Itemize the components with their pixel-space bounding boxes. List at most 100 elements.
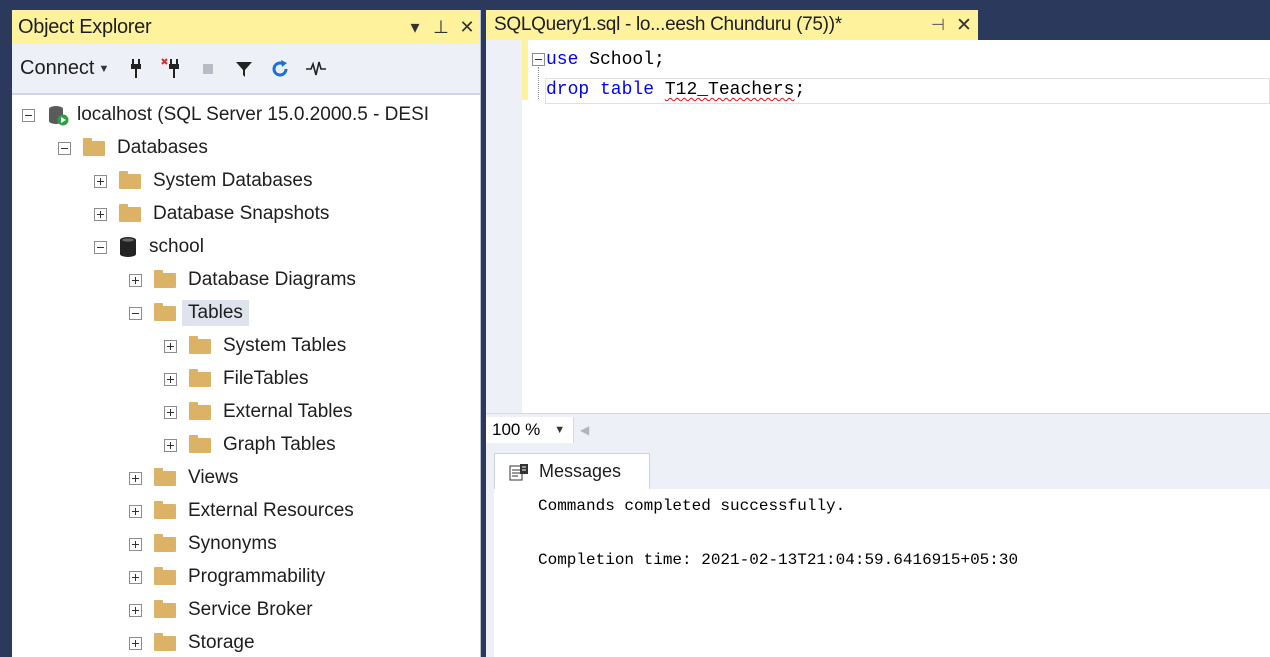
tree-node-databases[interactable]: Databases xyxy=(58,133,208,163)
expand-icon[interactable] xyxy=(129,273,142,287)
tree-node-label: Databases xyxy=(117,137,208,158)
expand-icon[interactable] xyxy=(164,438,177,452)
folder-icon xyxy=(189,368,211,387)
expand-icon[interactable] xyxy=(129,537,142,551)
zoom-value: 100 % xyxy=(492,419,541,439)
filter-icon[interactable] xyxy=(229,54,259,84)
changed-lines-marker xyxy=(522,40,528,100)
tree-node-school-database[interactable]: school xyxy=(94,232,204,262)
tree-node-graph-tables[interactable]: Graph Tables xyxy=(164,430,336,460)
tree-node-system-tables[interactable]: System Tables xyxy=(164,331,346,361)
expand-icon[interactable] xyxy=(164,405,177,419)
tree-node-external-resources[interactable]: External Resources xyxy=(129,496,354,526)
scroll-left-icon[interactable]: ◀ xyxy=(580,423,589,437)
tree-node-programmability[interactable]: Programmability xyxy=(129,562,325,592)
auto-hide-pin-icon[interactable]: ⊥ xyxy=(428,12,454,42)
tab-label: Messages xyxy=(539,461,622,481)
results-pane: Messages Commands completed successfully… xyxy=(486,445,1270,657)
expand-icon[interactable] xyxy=(94,207,107,221)
messages-output[interactable]: Commands completed successfully. Complet… xyxy=(494,489,1270,657)
close-icon[interactable]: ✕ xyxy=(454,12,480,42)
tree-node-filetables[interactable]: FileTables xyxy=(164,364,309,394)
collapse-region-icon[interactable] xyxy=(532,53,545,66)
activity-monitor-icon[interactable] xyxy=(301,54,331,84)
tab-messages[interactable]: Messages xyxy=(494,453,650,489)
tree-node-label: Service Broker xyxy=(188,599,313,620)
results-tab-strip: Messages xyxy=(486,445,1270,489)
expand-icon[interactable] xyxy=(129,636,142,650)
tree-node-database-snapshots[interactable]: Database Snapshots xyxy=(94,199,329,229)
object-explorer-panel: Object Explorer ▾ ⊥ ✕ Connect ▼ localhos… xyxy=(12,10,481,657)
chevron-down-icon: ▼ xyxy=(98,62,110,75)
tree-node-label: Database Snapshots xyxy=(153,203,330,224)
tree-node-external-tables[interactable]: External Tables xyxy=(164,397,353,427)
refresh-icon[interactable] xyxy=(265,54,295,84)
connect-label: Connect xyxy=(20,57,95,79)
collapse-icon[interactable] xyxy=(22,108,35,122)
tree-node-label: FileTables xyxy=(223,368,309,389)
folder-icon xyxy=(189,335,211,354)
code-line-2[interactable]: drop table T12_Teachers; xyxy=(546,78,805,102)
folder-icon xyxy=(154,533,176,552)
code-line-1[interactable]: use School; xyxy=(546,48,665,72)
folder-icon xyxy=(154,302,176,321)
sql-identifier-error: T12_Teachers xyxy=(664,80,795,100)
expand-icon[interactable] xyxy=(129,603,142,617)
tree-node-server[interactable]: localhost (SQL Server 15.0.2000.5 - DESI xyxy=(22,100,429,130)
tree-node-label: Views xyxy=(188,467,239,488)
stop-icon[interactable] xyxy=(193,54,223,84)
tree-node-storage[interactable]: Storage xyxy=(129,628,255,657)
tree-node-database-diagrams[interactable]: Database Diagrams xyxy=(129,265,356,295)
editor-status-bar: 100 % ▼ ◀ xyxy=(486,413,1270,445)
expand-icon[interactable] xyxy=(129,471,142,485)
folder-icon xyxy=(83,137,105,156)
object-explorer-title: Object Explorer xyxy=(18,15,152,38)
sql-keyword: use xyxy=(546,50,579,70)
object-explorer-title-bar: Object Explorer ▾ ⊥ ✕ xyxy=(12,10,480,44)
tree-node-label: Graph Tables xyxy=(223,434,336,455)
folder-icon xyxy=(189,434,211,453)
collapse-icon[interactable] xyxy=(58,141,71,155)
expand-icon[interactable] xyxy=(164,372,177,386)
tree-node-synonyms[interactable]: Synonyms xyxy=(129,529,277,559)
expand-icon[interactable] xyxy=(164,339,177,353)
collapse-icon[interactable] xyxy=(129,306,142,320)
tree-node-label: System Databases xyxy=(153,170,313,191)
query-editor[interactable]: use School; drop table T12_Teachers; xyxy=(486,40,1270,413)
folder-icon xyxy=(119,170,141,189)
tab-title: SQLQuery1.sql - lo...eesh Chunduru (75))… xyxy=(494,14,842,35)
document-tab-bar: SQLQuery1.sql - lo...eesh Chunduru (75))… xyxy=(486,10,1270,40)
sql-text: School; xyxy=(578,50,665,70)
disconnect-icon[interactable] xyxy=(157,54,187,84)
tab-sqlquery1[interactable]: SQLQuery1.sql - lo...eesh Chunduru (75))… xyxy=(486,10,978,40)
connect-object-explorer-icon[interactable] xyxy=(121,54,151,84)
zoom-dropdown[interactable]: 100 % ▼ xyxy=(486,416,574,443)
tree-node-label: Storage xyxy=(188,632,255,653)
object-explorer-tree: localhost (SQL Server 15.0.2000.5 - DESI… xyxy=(12,94,480,657)
message-line: Commands completed successfully. xyxy=(538,497,846,515)
collapse-icon[interactable] xyxy=(94,240,107,254)
expand-icon[interactable] xyxy=(94,174,107,188)
tree-node-label: localhost (SQL Server 15.0.2000.5 - DESI xyxy=(77,104,430,125)
tree-node-label: school xyxy=(149,236,204,257)
close-tab-icon[interactable]: ✕ xyxy=(950,14,978,37)
tree-node-system-databases[interactable]: System Databases xyxy=(94,166,312,196)
message-line: Completion time: 2021-02-13T21:04:59.641… xyxy=(538,551,1019,569)
expand-icon[interactable] xyxy=(129,570,142,584)
tree-node-label: External Resources xyxy=(188,500,354,521)
editor-gutter xyxy=(486,40,522,413)
tree-node-label: Database Diagrams xyxy=(188,269,356,290)
connect-button[interactable]: Connect ▼ xyxy=(20,57,109,80)
tree-node-views[interactable]: Views xyxy=(129,463,238,493)
folder-icon xyxy=(154,269,176,288)
chevron-down-icon: ▼ xyxy=(554,423,566,436)
pin-tab-icon[interactable]: ⊣ xyxy=(926,15,950,35)
folder-icon xyxy=(119,203,141,222)
tree-node-tables[interactable]: Tables xyxy=(129,298,249,328)
window-position-dropdown-icon[interactable]: ▾ xyxy=(402,12,428,42)
expand-icon[interactable] xyxy=(129,504,142,518)
folder-icon xyxy=(189,401,211,420)
messages-icon xyxy=(509,463,529,481)
tree-node-service-broker[interactable]: Service Broker xyxy=(129,595,313,625)
